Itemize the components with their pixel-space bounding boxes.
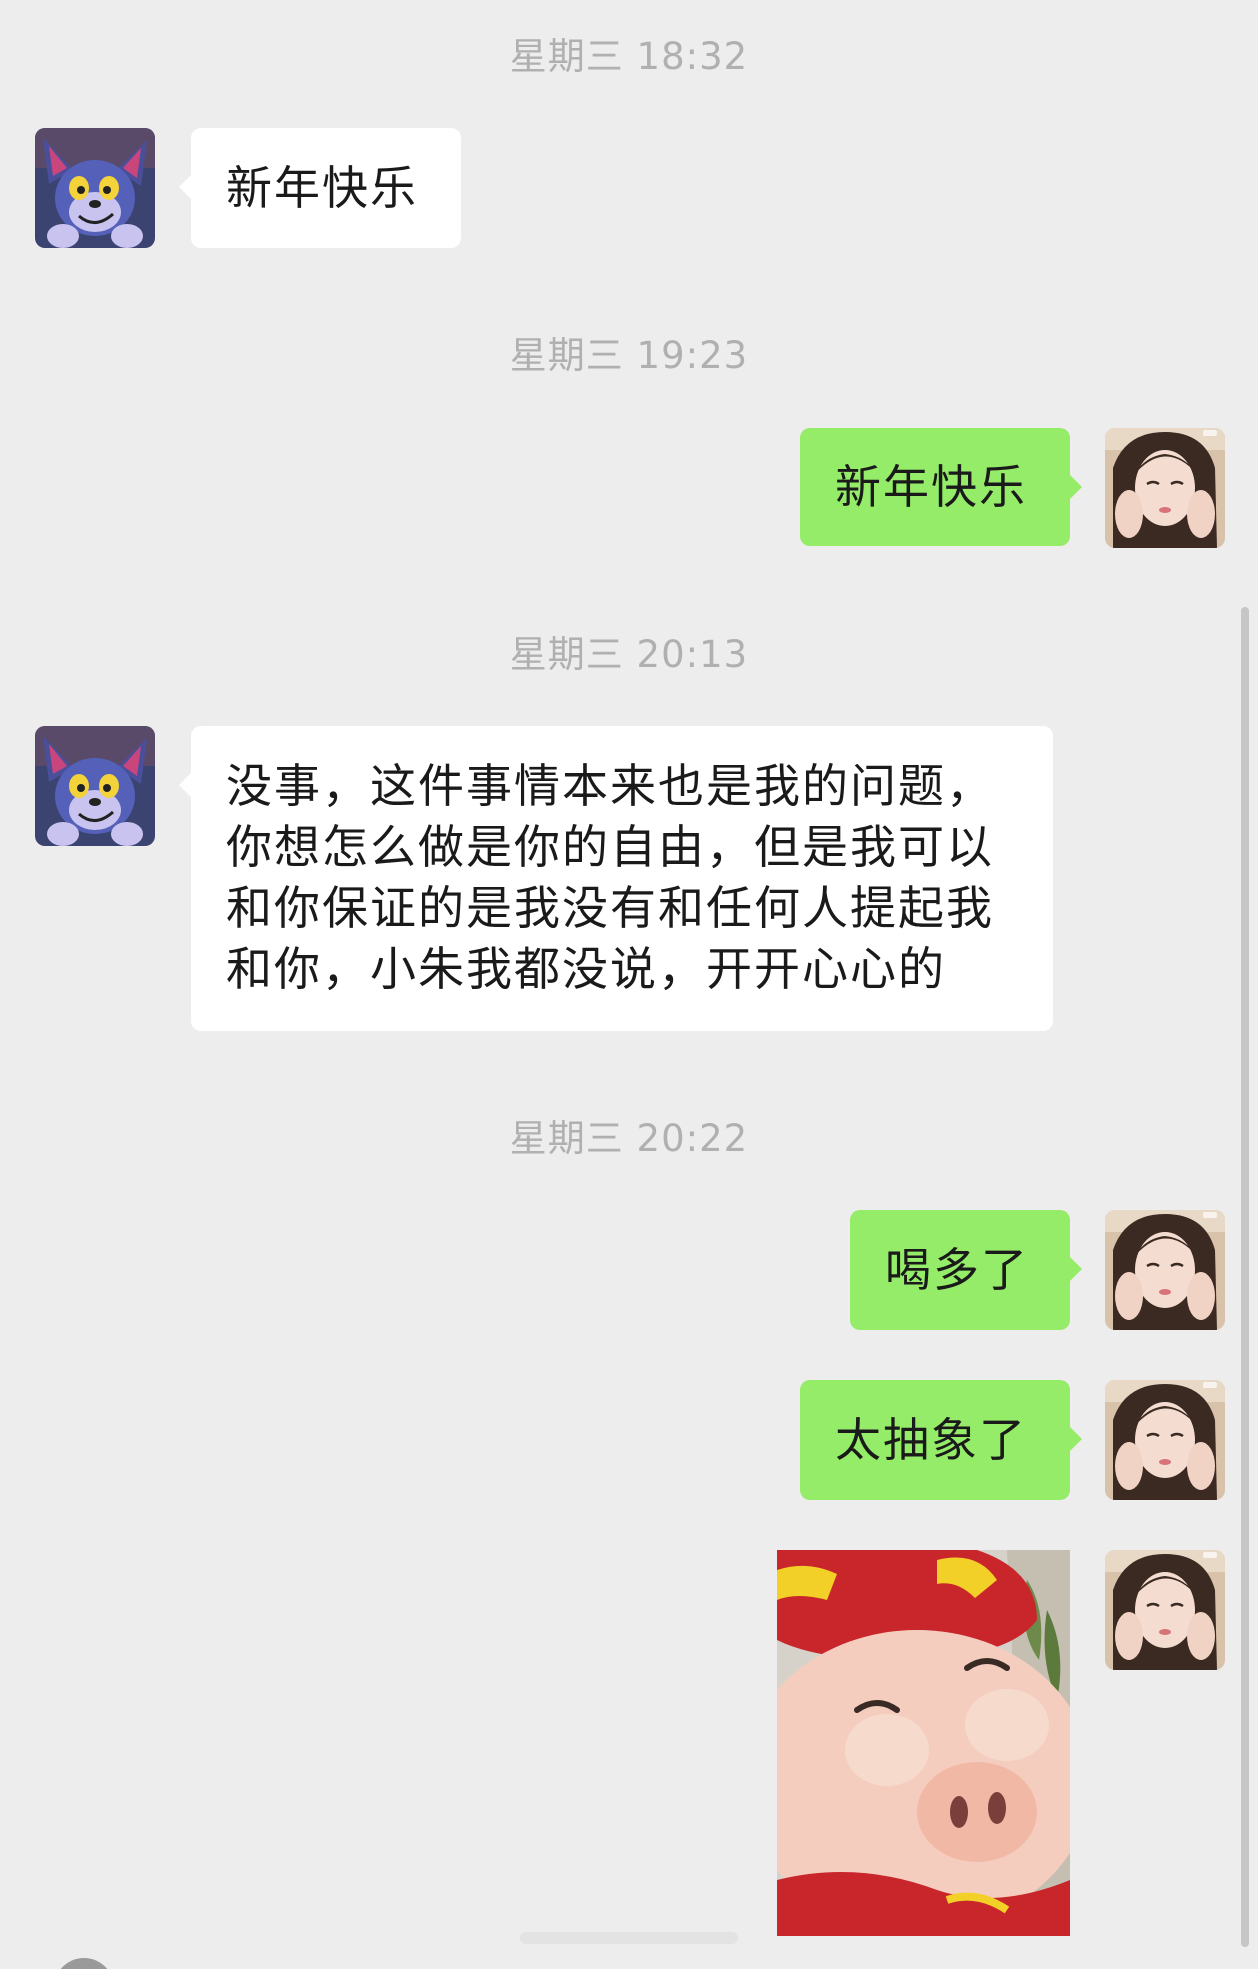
message-text: 新年快乐 <box>226 161 418 215</box>
contact-avatar[interactable] <box>35 726 155 846</box>
pig-sticker-message[interactable] <box>777 1550 1070 1936</box>
message-line: 没事，这件事情本来也是我的问题， <box>226 759 994 813</box>
cartoon-cat-icon <box>35 726 155 846</box>
my-avatar[interactable] <box>1105 428 1225 548</box>
message-bubble-incoming[interactable]: 新年快乐 <box>179 128 461 248</box>
message-bubble-outgoing[interactable]: 喝多了 <box>850 1210 1082 1330</box>
message-line: 和你保证的是我没有和任何人提起我 <box>226 881 994 935</box>
floating-button[interactable] <box>54 1958 114 1969</box>
timestamp: 星期三 20:13 <box>509 633 749 676</box>
my-avatar[interactable] <box>1105 1550 1225 1670</box>
timestamp: 星期三 20:22 <box>509 1117 749 1160</box>
message-bubble-incoming[interactable]: 没事，这件事情本来也是我的问题， 你想怎么做是你的自由，但是我可以 和你保证的是… <box>179 726 1053 1031</box>
profile-photo-icon <box>1105 1210 1225 1330</box>
home-indicator <box>520 1932 738 1944</box>
profile-photo-icon <box>1105 1550 1225 1670</box>
timestamp: 星期三 18:32 <box>509 35 749 78</box>
message-line: 和你，小朱我都没说，开开心心的 <box>226 942 946 996</box>
message-text: 太抽象了 <box>835 1413 1027 1467</box>
pig-cartoon-icon <box>777 1550 1070 1936</box>
message-bubble-outgoing[interactable]: 太抽象了 <box>800 1380 1082 1500</box>
profile-photo-icon <box>1105 428 1225 548</box>
cartoon-cat-icon <box>35 128 155 248</box>
message-bubble-outgoing[interactable]: 新年快乐 <box>800 428 1082 546</box>
message-text: 喝多了 <box>885 1243 1029 1297</box>
message-text: 新年快乐 <box>835 460 1027 514</box>
profile-photo-icon <box>1105 1380 1225 1500</box>
chat-screen: 星期三 18:32 新年快乐 星期三 19:23 新年快乐 星期三 20:13 … <box>0 0 1258 1969</box>
my-avatar[interactable] <box>1105 1210 1225 1330</box>
contact-avatar[interactable] <box>35 128 155 248</box>
message-line: 你想怎么做是你的自由，但是我可以 <box>226 820 994 874</box>
my-avatar[interactable] <box>1105 1380 1225 1500</box>
timestamp: 星期三 19:23 <box>509 334 749 377</box>
scrollbar[interactable] <box>1241 607 1249 1947</box>
